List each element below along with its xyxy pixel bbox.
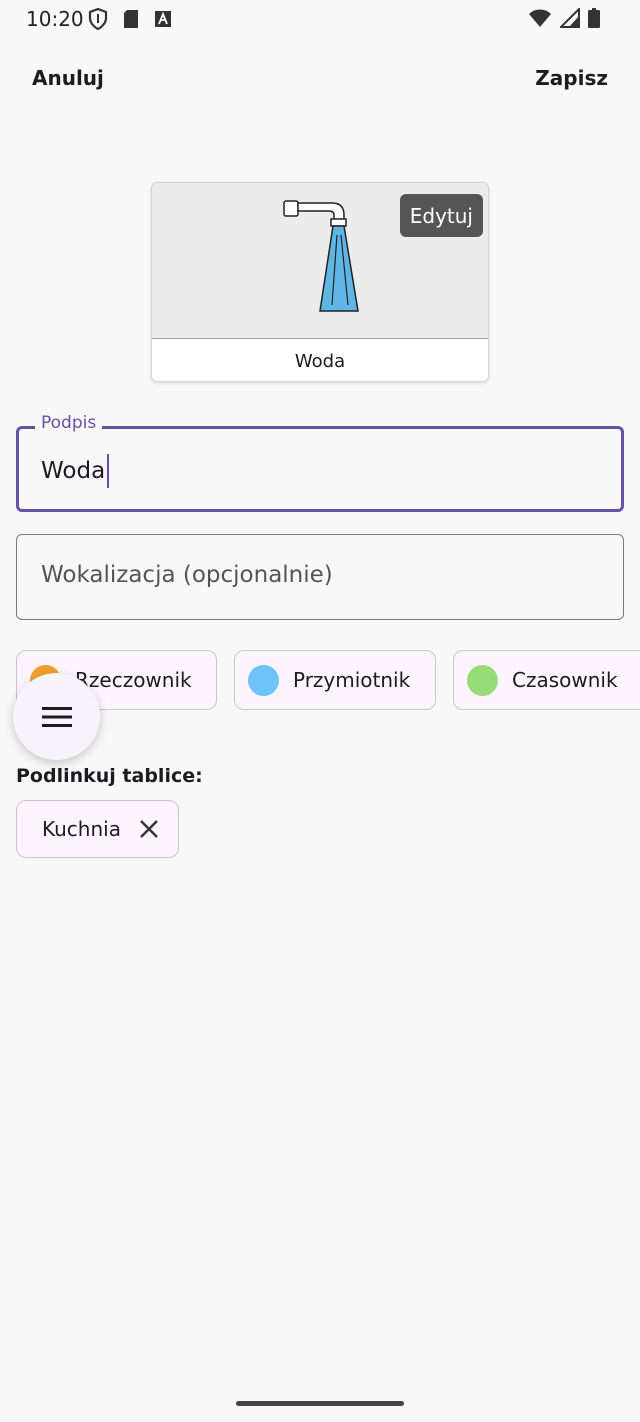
symbol-image: Edytuj <box>152 183 488 339</box>
caption-input-wrapper[interactable]: Woda <box>41 454 110 488</box>
linked-board-chip[interactable]: Kuchnia <box>16 800 179 858</box>
caption-input[interactable]: Woda <box>41 458 105 484</box>
menu-fab-button[interactable] <box>13 673 100 760</box>
symbol-caption: Woda <box>294 351 346 372</box>
shield-icon <box>88 8 108 30</box>
caption-field-label: Podpis <box>35 413 103 433</box>
vocalization-input[interactable]: Wokalizacja (opcjonalnie) <box>41 562 333 588</box>
battery-icon <box>588 8 600 28</box>
category-chip-adjective[interactable]: Przymiotnik <box>234 650 436 710</box>
caption-field[interactable]: Podpis Woda <box>16 413 624 512</box>
category-chip-verb[interactable]: Czasownik <box>453 650 640 710</box>
cancel-button[interactable]: Anuluj <box>32 66 104 90</box>
status-bar: 10:20 <box>0 0 640 40</box>
symbol-card: Edytuj Woda <box>151 182 489 382</box>
verb-color-dot <box>467 664 498 696</box>
category-chip-label: Przymiotnik <box>293 668 411 692</box>
font-a-icon <box>155 11 171 27</box>
home-indicator[interactable] <box>236 1401 404 1406</box>
category-chip-label: Rzeczownik <box>75 668 192 692</box>
save-button[interactable]: Zapisz <box>535 66 608 90</box>
close-icon[interactable] <box>139 819 159 839</box>
wifi-icon <box>529 9 551 27</box>
category-chip-label: Czasownik <box>512 668 618 692</box>
status-time: 10:20 <box>26 7 84 31</box>
sd-card-icon <box>124 10 138 28</box>
vocalization-field[interactable]: Wokalizacja (opcjonalnie) <box>16 534 624 620</box>
link-boards-title: Podlinkuj tablice: <box>16 765 203 787</box>
text-cursor <box>107 454 110 488</box>
menu-icon <box>41 706 72 727</box>
water-tap-icon <box>283 200 359 312</box>
adjective-color-dot <box>248 664 279 696</box>
linked-board-label: Kuchnia <box>42 817 121 841</box>
signal-icon <box>560 8 580 28</box>
edit-image-button[interactable]: Edytuj <box>399 194 483 237</box>
